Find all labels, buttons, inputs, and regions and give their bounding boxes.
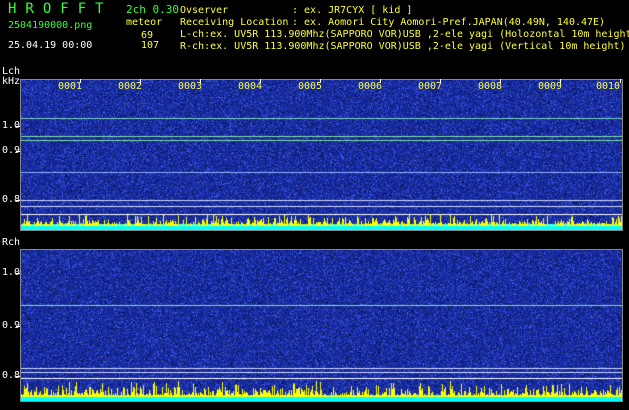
rch-meteor-count: 107: [141, 40, 160, 51]
rch-spectrogram-canvas: [21, 250, 622, 401]
mode-label: 2ch 0.30: [126, 3, 179, 16]
time-marker: 0004: [238, 81, 263, 92]
meteor-label: meteor: [126, 17, 163, 28]
lch-spectrogram[interactable]: [20, 79, 623, 231]
time-marker-tick: [620, 79, 621, 83]
datetime: 25.04.19 00:00: [8, 40, 93, 51]
rch-label: Rch: [2, 237, 21, 248]
time-marker-tick: [200, 79, 201, 83]
observer-value: : ex. JR7CYX [ kid ]: [292, 5, 413, 16]
time-marker: 0005: [298, 81, 323, 92]
lch-spectrogram-canvas: [21, 80, 622, 230]
time-marker-tick: [380, 79, 381, 83]
lch-receiver-info: L-ch:ex. UV5R 113.900Mhz(SAPPORO VOR)USB…: [180, 29, 629, 40]
time-marker: 0010: [596, 81, 621, 92]
file-name: 2504190000.png: [8, 20, 93, 31]
lch-unit: kHz: [2, 76, 21, 87]
time-marker: 0003: [178, 81, 203, 92]
rch-receiver-info: R-ch:ex. UV5R 113.900Mhz(SAPPORO VOR)USB…: [180, 41, 626, 52]
time-marker: 0008: [478, 81, 503, 92]
location-value: : ex. Aomori City Aomori-Pref.JAPAN(40.4…: [292, 17, 606, 28]
time-marker-tick: [440, 79, 441, 83]
location-label: Receiving Location: [180, 17, 289, 28]
time-marker: 0001: [58, 81, 83, 92]
observer-label: Ovserver: [180, 5, 229, 16]
time-marker-tick: [140, 79, 141, 83]
time-marker: 0002: [118, 81, 143, 92]
rch-spectrogram[interactable]: [20, 249, 623, 402]
time-marker: 0007: [418, 81, 443, 92]
time-marker: 0006: [358, 81, 383, 92]
time-marker-tick: [320, 79, 321, 83]
time-marker-tick: [260, 79, 261, 83]
time-marker-tick: [80, 79, 81, 83]
app-brand: HROFFT: [8, 1, 113, 17]
time-marker: 0009: [538, 81, 563, 92]
time-marker-tick: [560, 79, 561, 83]
time-marker-tick: [500, 79, 501, 83]
